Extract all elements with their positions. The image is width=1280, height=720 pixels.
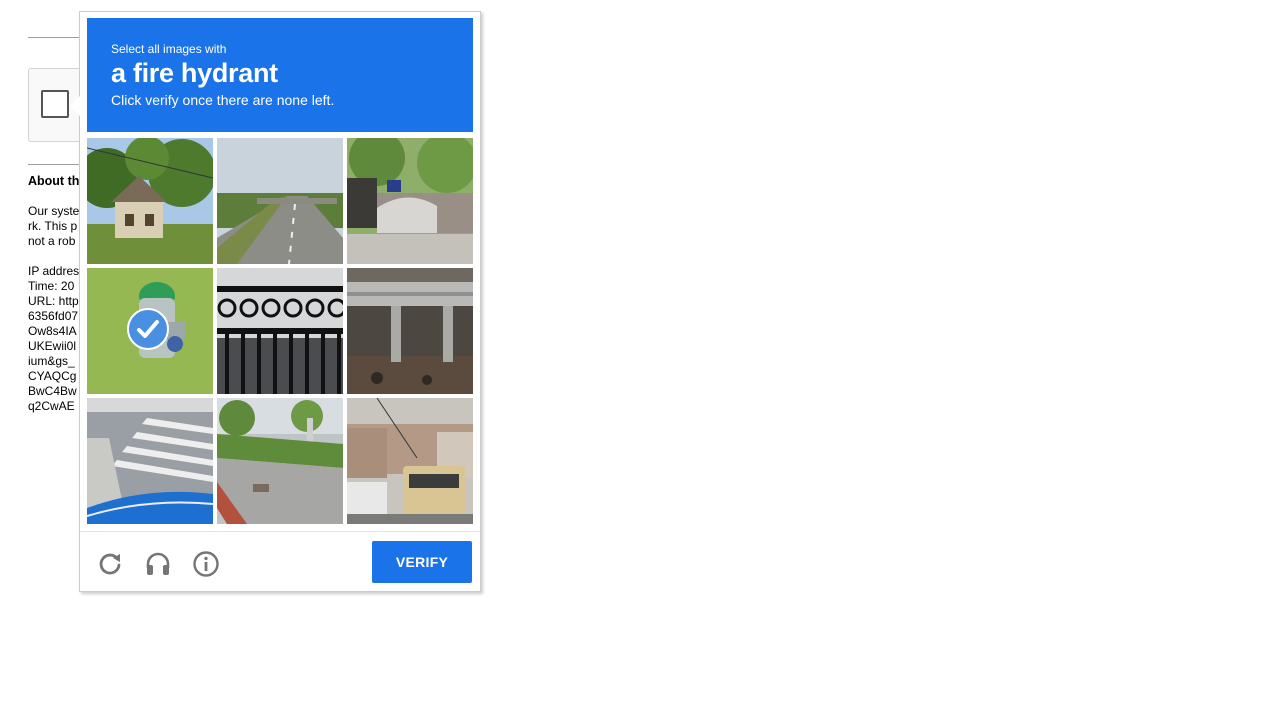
reload-icon[interactable]: [96, 550, 124, 578]
image-tile-iron-fence[interactable]: [217, 268, 343, 394]
image-tile-guardrail[interactable]: [347, 268, 473, 394]
not-a-robot-checkbox[interactable]: [41, 90, 69, 118]
crosswalk-image: [87, 398, 213, 524]
house-image: [87, 138, 213, 264]
iron-fence-image: [217, 268, 343, 394]
image-challenge-popup: Select all images with a fire hydrant Cl…: [70, 11, 481, 592]
image-grid: [87, 138, 473, 524]
challenge-header: Select all images with a fire hydrant Cl…: [87, 18, 473, 132]
image-tile-sidewalk[interactable]: [217, 398, 343, 524]
image-tile-fence-shrubs[interactable]: [347, 138, 473, 264]
sidewalk-image: [217, 398, 343, 524]
instruction-text: Select all images with: [111, 42, 227, 56]
image-tile-highway[interactable]: [217, 138, 343, 264]
info-icon[interactable]: [192, 550, 220, 578]
street-bus-image: [347, 398, 473, 524]
headphones-icon[interactable]: [144, 550, 172, 578]
highway-image: [217, 138, 343, 264]
image-tile-crosswalk[interactable]: [87, 398, 213, 524]
guardrail-image: [347, 268, 473, 394]
verify-button[interactable]: VERIFY: [372, 541, 472, 583]
image-tile-street-bus[interactable]: [347, 398, 473, 524]
popup-pointer-arrow: [70, 96, 80, 116]
image-tile-house[interactable]: [87, 138, 213, 264]
instruction-hint: Click verify once there are none left.: [111, 92, 335, 108]
selected-checkmark-icon: [127, 308, 169, 350]
fence-shrubs-image: [347, 138, 473, 264]
target-object-text: a fire hydrant: [111, 58, 278, 88]
footer-divider: [80, 531, 480, 532]
image-tile-fire-hydrant[interactable]: [87, 268, 213, 394]
